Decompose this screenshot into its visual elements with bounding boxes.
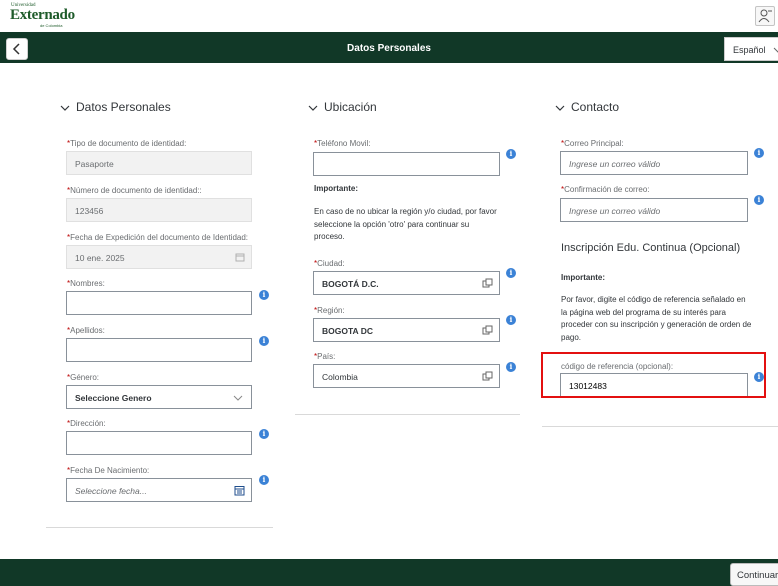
section-title-personal: Datos Personales — [76, 100, 171, 114]
university-logo: Universidad Externado de Colombia — [10, 3, 75, 28]
important-title: Importante: — [561, 273, 605, 282]
top-bar: Universidad Externado de Colombia — [0, 0, 778, 32]
email-confirm-label: *Confirmación de correo: — [561, 185, 650, 194]
country-value: Colombia — [322, 372, 358, 382]
phone-label: *Teléfono Movil: — [314, 139, 371, 148]
birth-date-input[interactable]: Seleccione fecha... — [66, 478, 252, 502]
user-profile-button[interactable] — [755, 6, 775, 26]
chevron-down-icon — [773, 47, 778, 53]
divider — [295, 414, 520, 415]
important-text: Por favor, digite el código de referenci… — [561, 295, 752, 342]
region-field[interactable]: BOGOTA DC — [313, 318, 500, 342]
calendar-icon[interactable] — [234, 485, 245, 496]
page-title: Datos Personales — [347, 43, 431, 54]
city-field[interactable]: BOGOTÁ D.C. — [313, 271, 500, 295]
names-label: *Nombres: — [67, 279, 105, 288]
gender-label: *Género: — [67, 373, 100, 382]
contact-section-toggle[interactable]: Contacto — [555, 100, 620, 114]
section-title-location: Ubicación — [324, 100, 377, 114]
info-icon[interactable]: i — [259, 336, 269, 346]
info-icon[interactable]: i — [754, 195, 764, 205]
chevron-down-icon — [233, 395, 243, 401]
address-label: *Dirección: — [67, 419, 106, 428]
personal-section-toggle[interactable]: Datos Personales — [60, 100, 171, 114]
email-confirm-input[interactable]: Ingrese un correo válido — [560, 198, 748, 222]
city-label: *Ciudad: — [314, 259, 345, 268]
issue-date-label: *Fecha de Expedición del documento de Id… — [67, 233, 249, 242]
info-icon[interactable]: i — [259, 475, 269, 485]
doc-type-field[interactable]: Pasaporte — [66, 151, 252, 175]
divider — [46, 527, 273, 528]
names-input[interactable] — [66, 291, 252, 315]
calendar-icon — [235, 253, 245, 262]
country-label: *País: — [314, 352, 336, 361]
info-icon[interactable]: i — [259, 290, 269, 300]
country-field[interactable]: Colombia — [313, 364, 500, 388]
issue-date-field[interactable]: 10 ene. 2025 — [66, 245, 252, 269]
city-value: BOGOTÁ D.C. — [322, 279, 379, 289]
region-label: *Región: — [314, 306, 345, 315]
continuing-education-title: Inscripción Edu. Continua (Opcional) — [561, 242, 741, 254]
chevron-down-icon — [60, 105, 70, 111]
info-icon[interactable]: i — [259, 429, 269, 439]
chevron-down-icon — [555, 105, 565, 111]
doc-number-field[interactable]: 123456 — [66, 198, 252, 222]
info-icon[interactable]: i — [506, 362, 516, 372]
birth-date-label: *Fecha De Nacimiento: — [67, 466, 150, 475]
value-help-icon[interactable] — [482, 371, 493, 382]
info-icon[interactable]: i — [506, 268, 516, 278]
email-label: *Correo Principal: — [561, 139, 624, 148]
language-value: Español — [733, 45, 766, 55]
issue-date-value: 10 ene. 2025 — [75, 253, 125, 263]
doc-type-label: *Tipo de documento de identidad: — [67, 139, 187, 148]
phone-input[interactable] — [313, 152, 500, 176]
birth-date-placeholder: Seleccione fecha... — [75, 486, 147, 496]
doc-number-label: *Número de documento de identidad:: — [67, 186, 202, 195]
user-icon — [758, 9, 772, 23]
highlight-box — [541, 352, 766, 398]
info-icon[interactable]: i — [506, 149, 516, 159]
important-title: Importante: — [314, 184, 358, 193]
section-title-contact: Contacto — [571, 100, 620, 114]
surnames-label: *Apellidos: — [67, 326, 105, 335]
email-input[interactable]: Ingrese un correo válido — [560, 151, 748, 175]
divider — [542, 426, 778, 427]
value-help-icon[interactable] — [482, 278, 493, 289]
address-input[interactable] — [66, 431, 252, 455]
chevron-down-icon — [308, 105, 318, 111]
location-section-toggle[interactable]: Ubicación — [308, 100, 377, 114]
gender-select[interactable]: Seleccione Genero — [66, 385, 252, 409]
value-help-icon[interactable] — [482, 325, 493, 336]
surnames-input[interactable] — [66, 338, 252, 362]
continue-button[interactable]: Continuar — [730, 563, 778, 586]
info-icon[interactable]: i — [754, 148, 764, 158]
info-icon[interactable]: i — [506, 315, 516, 325]
page-footer — [0, 559, 778, 586]
important-text: En caso de no ubicar la región y/o ciuda… — [314, 207, 497, 241]
language-select[interactable]: Español — [724, 37, 778, 61]
gender-value: Seleccione Genero — [75, 393, 152, 403]
region-value: BOGOTA DC — [322, 326, 373, 336]
